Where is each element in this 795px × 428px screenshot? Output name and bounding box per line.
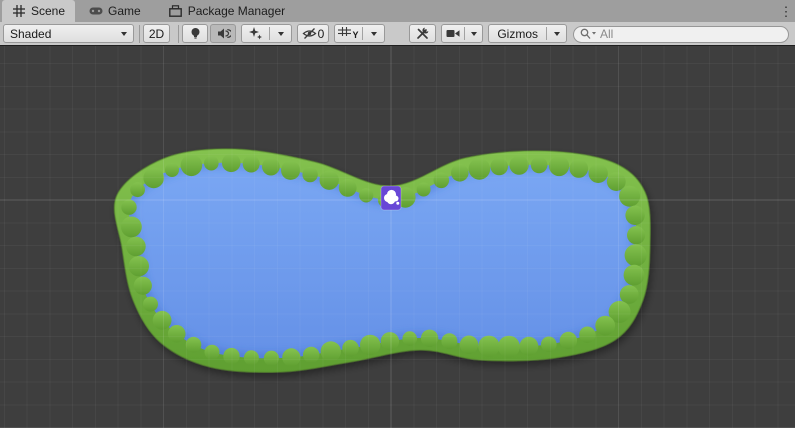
scene-grid-icon bbox=[12, 4, 26, 18]
draw-mode-dropdown[interactable]: Shaded bbox=[3, 24, 134, 43]
wrench-screwdriver-icon bbox=[415, 26, 430, 41]
scene-search-input[interactable] bbox=[573, 26, 789, 43]
tab-game-label: Game bbox=[108, 4, 141, 18]
chevron-down-icon bbox=[121, 32, 127, 36]
chevron-down-icon bbox=[371, 32, 377, 36]
gizmos-dropdown[interactable]: Gizmos bbox=[488, 24, 567, 43]
grid-axis-letter: Y bbox=[352, 30, 358, 42]
scene-lighting-button[interactable] bbox=[182, 24, 208, 43]
scene-camera-dropdown[interactable] bbox=[441, 24, 483, 43]
window-menu-kebab-icon[interactable]: ⋮ bbox=[777, 0, 795, 22]
lightbulb-icon bbox=[188, 26, 203, 41]
grid-visibility-dropdown[interactable]: Y bbox=[334, 24, 385, 43]
chevron-down-icon bbox=[278, 32, 284, 36]
eye-slash-icon bbox=[302, 27, 317, 40]
tool-settings-button[interactable] bbox=[409, 24, 436, 43]
tab-package-manager-label: Package Manager bbox=[188, 4, 285, 18]
toggle-2d-label: 2D bbox=[149, 27, 164, 41]
scene-viewport[interactable] bbox=[0, 46, 795, 428]
gamepad-icon bbox=[89, 4, 103, 18]
toggle-2d-button[interactable]: 2D bbox=[143, 24, 170, 43]
speaker-icon bbox=[216, 26, 231, 41]
scene-search bbox=[573, 25, 789, 42]
chevron-down-icon bbox=[471, 32, 477, 36]
tab-scene-label: Scene bbox=[31, 4, 65, 18]
camera-icon bbox=[446, 28, 460, 39]
grid-axis-icon bbox=[338, 27, 351, 40]
scene-effects-dropdown[interactable] bbox=[241, 24, 292, 43]
sprite-shape-gizmo-icon[interactable] bbox=[381, 186, 401, 210]
tab-package-manager[interactable]: Package Manager bbox=[159, 0, 295, 22]
effects-sparkle-icon bbox=[248, 26, 263, 41]
scene-toolbar: Shaded 2D 0 Y bbox=[0, 22, 795, 46]
scene-audio-button[interactable] bbox=[210, 24, 236, 43]
package-icon bbox=[169, 4, 183, 18]
hidden-object-count: 0 bbox=[318, 27, 325, 41]
unity-scene-window: Scene Game Package Manager ⋮ Shaded 2D bbox=[0, 0, 795, 428]
draw-mode-label: Shaded bbox=[10, 27, 51, 41]
gizmos-label: Gizmos bbox=[497, 27, 538, 41]
tab-bar: Scene Game Package Manager ⋮ bbox=[0, 0, 795, 22]
chevron-down-icon bbox=[554, 32, 560, 36]
tab-game[interactable]: Game bbox=[79, 0, 151, 22]
tab-scene[interactable]: Scene bbox=[2, 0, 75, 22]
scene-visibility-button[interactable]: 0 bbox=[297, 24, 329, 43]
